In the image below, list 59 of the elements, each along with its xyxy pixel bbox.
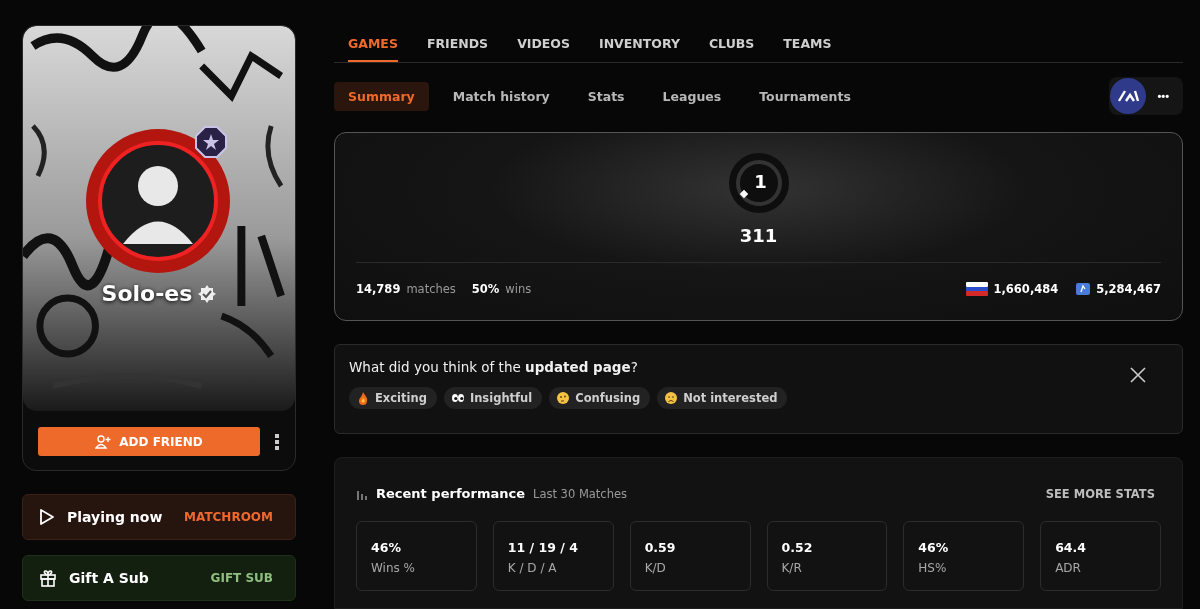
player-name: Solo-es — [101, 281, 193, 306]
sub-tab[interactable]: Summary — [334, 81, 429, 111]
flag-icon — [965, 281, 988, 296]
stat-value: 0.52 — [781, 540, 814, 555]
stat-label: Wins % — [371, 561, 416, 575]
more-button[interactable]: ••• — [1157, 90, 1169, 102]
sub-tab[interactable]: Match history — [438, 81, 564, 111]
card-label: Gift A Sub — [69, 570, 150, 586]
nav-tab[interactable]: INVENTORY — [599, 25, 680, 62]
feedback-question: What did you think of the updated page? — [349, 359, 639, 375]
stat-value: 46% — [371, 540, 402, 555]
close-icon[interactable] — [1130, 367, 1146, 383]
add-user-icon — [95, 434, 112, 449]
stat-value: 0.59 — [644, 540, 677, 555]
feedback-option[interactable]: Confusing — [549, 387, 651, 409]
elo-points: 311 — [739, 225, 778, 246]
card-label: Playing now — [67, 509, 164, 525]
section-subtitle: Last 30 Matches — [533, 486, 628, 501]
stat-label: K/R — [781, 561, 803, 575]
country-rank: 1,660,484 — [993, 281, 1059, 296]
stat-value: 64.4 — [1055, 540, 1087, 555]
match-count: 14,789 — [356, 281, 401, 296]
gift-icon — [39, 569, 57, 587]
thinking-face-icon — [556, 391, 571, 405]
nav-tab[interactable]: GAMES — [348, 25, 398, 62]
see-more-link[interactable]: SEE MORE STATS — [1045, 486, 1155, 501]
feedback-option[interactable]: Exciting — [349, 387, 437, 409]
more-options-icon[interactable] — [274, 432, 280, 451]
stat-label: ADR — [1055, 561, 1082, 575]
game-selector[interactable]: ••• — [1109, 77, 1183, 115]
eyes-icon — [450, 391, 465, 405]
nav-tab[interactable]: TEAMS — [783, 25, 832, 62]
stat-label: K / D / A — [507, 561, 558, 575]
nav-tab[interactable]: VIDEOS — [517, 25, 570, 62]
fire-icon — [356, 391, 370, 405]
stat-label: HS% — [918, 561, 948, 575]
game-logo-icon — [1109, 77, 1148, 115]
feedback-option[interactable]: Not interested — [657, 387, 788, 409]
stat-value: 11 / 19 / 4 — [507, 540, 579, 555]
skill-level: 1 — [754, 170, 767, 192]
sub-tab[interactable]: Tournaments — [745, 81, 865, 111]
stat-label: K/D — [644, 561, 667, 575]
sub-tab[interactable]: Stats — [573, 81, 639, 111]
region-rank: 5,284,467 — [1096, 281, 1161, 296]
win-rate: 50% — [471, 281, 500, 296]
feedback-option[interactable]: Insightful — [443, 387, 543, 409]
nav-tab[interactable]: CLUBS — [708, 25, 755, 62]
matches-label: matches — [406, 281, 456, 296]
sub-tab[interactable]: Leagues — [648, 81, 736, 111]
card-link[interactable]: MATCHROOM — [184, 510, 273, 524]
stat-value: 46% — [918, 540, 950, 555]
play-icon — [39, 508, 55, 526]
nav-tab[interactable]: FRIENDS — [426, 25, 489, 62]
skill-level-badge — [728, 153, 789, 213]
wins-label: wins — [505, 281, 532, 296]
card-link[interactable]: GIFT SUB — [210, 571, 273, 585]
section-title: Recent performance — [376, 486, 525, 501]
sad-face-icon — [664, 391, 679, 405]
region-icon — [1076, 282, 1091, 295]
